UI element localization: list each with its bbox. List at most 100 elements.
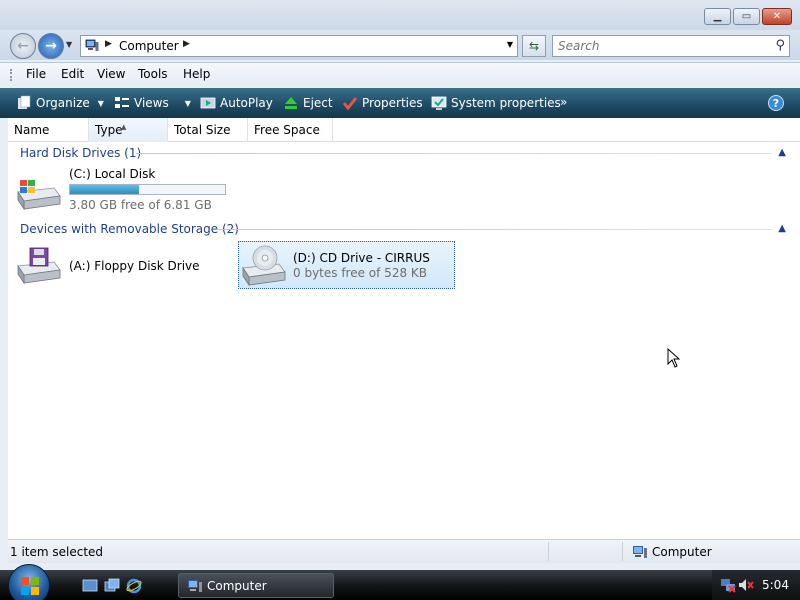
help-icon: ? <box>772 96 780 110</box>
status-bar: 1 item selected Computer <box>8 539 800 563</box>
back-button[interactable]: ← <box>10 33 36 59</box>
menu-bar: File Edit View Tools Help <box>0 62 800 86</box>
selection-status: 1 item selected <box>10 545 104 559</box>
windows-logo-icon <box>21 577 39 595</box>
network-icon[interactable] <box>720 577 736 593</box>
autoplay-button[interactable]: AutoPlay <box>200 95 273 111</box>
start-button[interactable] <box>8 564 50 600</box>
internet-explorer-icon[interactable] <box>126 578 142 594</box>
properties-button[interactable]: Properties <box>342 95 423 111</box>
collapse-group-icon[interactable]: ▲ <box>778 223 786 234</box>
file-list-area: Hard Disk Drives (1) ▲ (C:) Local Disk 3… <box>8 142 800 539</box>
menu-view[interactable]: View <box>97 67 125 81</box>
views-label: Views <box>134 96 169 110</box>
drive-c-free-space: 3.80 GB free of 6.81 GB <box>69 198 212 212</box>
address-dropdown-icon[interactable]: ▼ <box>507 40 513 49</box>
organize-label: Organize <box>36 96 90 110</box>
drive-d-label: (D:) CD Drive - CIRRUS <box>293 251 430 265</box>
views-button[interactable]: Views ▼ <box>114 95 191 111</box>
drive-d-free-space: 0 bytes free of 528 KB <box>293 266 427 280</box>
checkmark-icon <box>342 97 358 111</box>
eject-icon <box>285 97 297 109</box>
taskbar-computer-label: Computer <box>207 579 267 593</box>
breadcrumb-separator-icon[interactable]: ▶ <box>183 39 190 49</box>
computer-icon <box>633 546 647 558</box>
properties-label: Properties <box>362 96 423 110</box>
window-controls: ▁ ▭ ✕ <box>704 8 792 25</box>
breadcrumb-computer[interactable]: Computer <box>119 39 179 53</box>
drive-c-usage-bar <box>69 184 226 195</box>
cd-drive-icon <box>242 245 286 287</box>
close-button[interactable]: ✕ <box>762 8 792 25</box>
menu-edit[interactable]: Edit <box>61 67 84 81</box>
breadcrumb-separator-icon[interactable]: ▶ <box>105 39 112 49</box>
column-type[interactable]: ▲ Type <box>89 118 168 142</box>
forward-button[interactable]: → <box>38 33 64 59</box>
views-icon <box>115 97 129 108</box>
local-disk-icon <box>17 180 61 211</box>
status-divider <box>548 542 549 561</box>
title-bar: ▁ ▭ ✕ <box>0 0 800 30</box>
navigation-bar: ← → ▼ ▶ Computer ▶ ▼ ⇆ ⚲ <box>0 30 800 60</box>
refresh-icon: ⇆ <box>528 39 540 53</box>
collapse-group-icon[interactable]: ▲ <box>778 147 786 158</box>
maximize-button[interactable]: ▭ <box>733 8 760 25</box>
eject-label: Eject <box>303 96 333 110</box>
system-properties-button[interactable]: System properties <box>431 95 561 111</box>
search-icon[interactable]: ⚲ <box>775 38 785 53</box>
menu-tools[interactable]: Tools <box>138 67 168 81</box>
drive-d-item[interactable]: (D:) CD Drive - CIRRUS 0 bytes free of 5… <box>238 241 455 289</box>
autoplay-label: AutoPlay <box>220 96 273 110</box>
show-desktop-icon[interactable] <box>82 578 98 594</box>
command-bar: Organize ▼ Views ▼ AutoPlay Eject Properti… <box>0 88 800 118</box>
column-free-space[interactable]: Free Space <box>248 118 333 142</box>
address-bar[interactable]: ▶ Computer ▶ ▼ <box>80 35 518 57</box>
group-removable-storage[interactable]: Devices with Removable Storage (2) <box>20 222 239 236</box>
menu-file[interactable]: File <box>26 67 46 81</box>
recent-pages-dropdown[interactable]: ▼ <box>66 40 72 49</box>
drive-c-usage-fill <box>70 185 139 194</box>
refresh-button[interactable]: ⇆ <box>522 35 546 57</box>
views-dropdown-icon: ▼ <box>184 98 191 108</box>
eject-button[interactable]: Eject <box>283 95 333 111</box>
group-divider <box>216 229 772 230</box>
help-button[interactable]: ? <box>768 95 784 111</box>
maximize-icon: ▭ <box>741 11 752 22</box>
back-arrow-icon: ← <box>17 38 29 54</box>
more-commands-button[interactable]: » <box>560 95 567 109</box>
group-hard-disk-drives[interactable]: Hard Disk Drives (1) <box>20 146 141 160</box>
volume-muted-icon[interactable] <box>738 577 754 593</box>
menu-grip <box>10 69 12 81</box>
column-total-size[interactable]: Total Size <box>168 118 248 142</box>
column-type-label: Type <box>95 123 123 137</box>
location-status: Computer <box>652 545 712 559</box>
close-icon: ✕ <box>772 11 782 22</box>
clock[interactable]: 5:04 <box>762 578 789 592</box>
chevron-more-icon: » <box>560 95 568 109</box>
computer-icon <box>188 580 202 592</box>
organize-icon <box>18 95 31 109</box>
system-properties-icon <box>431 96 447 110</box>
taskbar-computer-button[interactable]: Computer <box>178 573 334 598</box>
organize-button[interactable]: Organize ▼ <box>16 95 104 111</box>
column-header-row: Name ▲ Type Total Size Free Space <box>8 118 800 142</box>
floppy-drive-icon <box>17 247 61 285</box>
drive-a-label[interactable]: (A:) Floppy Disk Drive <box>69 259 200 273</box>
status-divider <box>622 542 623 561</box>
minimize-icon: ▁ <box>713 11 722 22</box>
column-name[interactable]: Name <box>8 118 89 142</box>
organize-dropdown-icon: ▼ <box>97 98 104 108</box>
sort-ascending-icon: ▲ <box>121 123 127 131</box>
drive-c-label[interactable]: (C:) Local Disk <box>69 167 155 181</box>
menu-help[interactable]: Help <box>183 67 210 81</box>
system-properties-label: System properties <box>451 96 561 110</box>
forward-arrow-icon: → <box>45 38 57 54</box>
group-divider <box>136 153 772 154</box>
minimize-button[interactable]: ▁ <box>704 8 731 25</box>
switch-windows-icon[interactable] <box>104 578 120 594</box>
taskbar: Computer 5:04 <box>0 564 800 600</box>
mouse-pointer-icon <box>667 348 681 368</box>
computer-icon <box>85 39 99 51</box>
search-box[interactable]: ⚲ <box>552 35 790 57</box>
search-input[interactable] <box>553 36 763 56</box>
